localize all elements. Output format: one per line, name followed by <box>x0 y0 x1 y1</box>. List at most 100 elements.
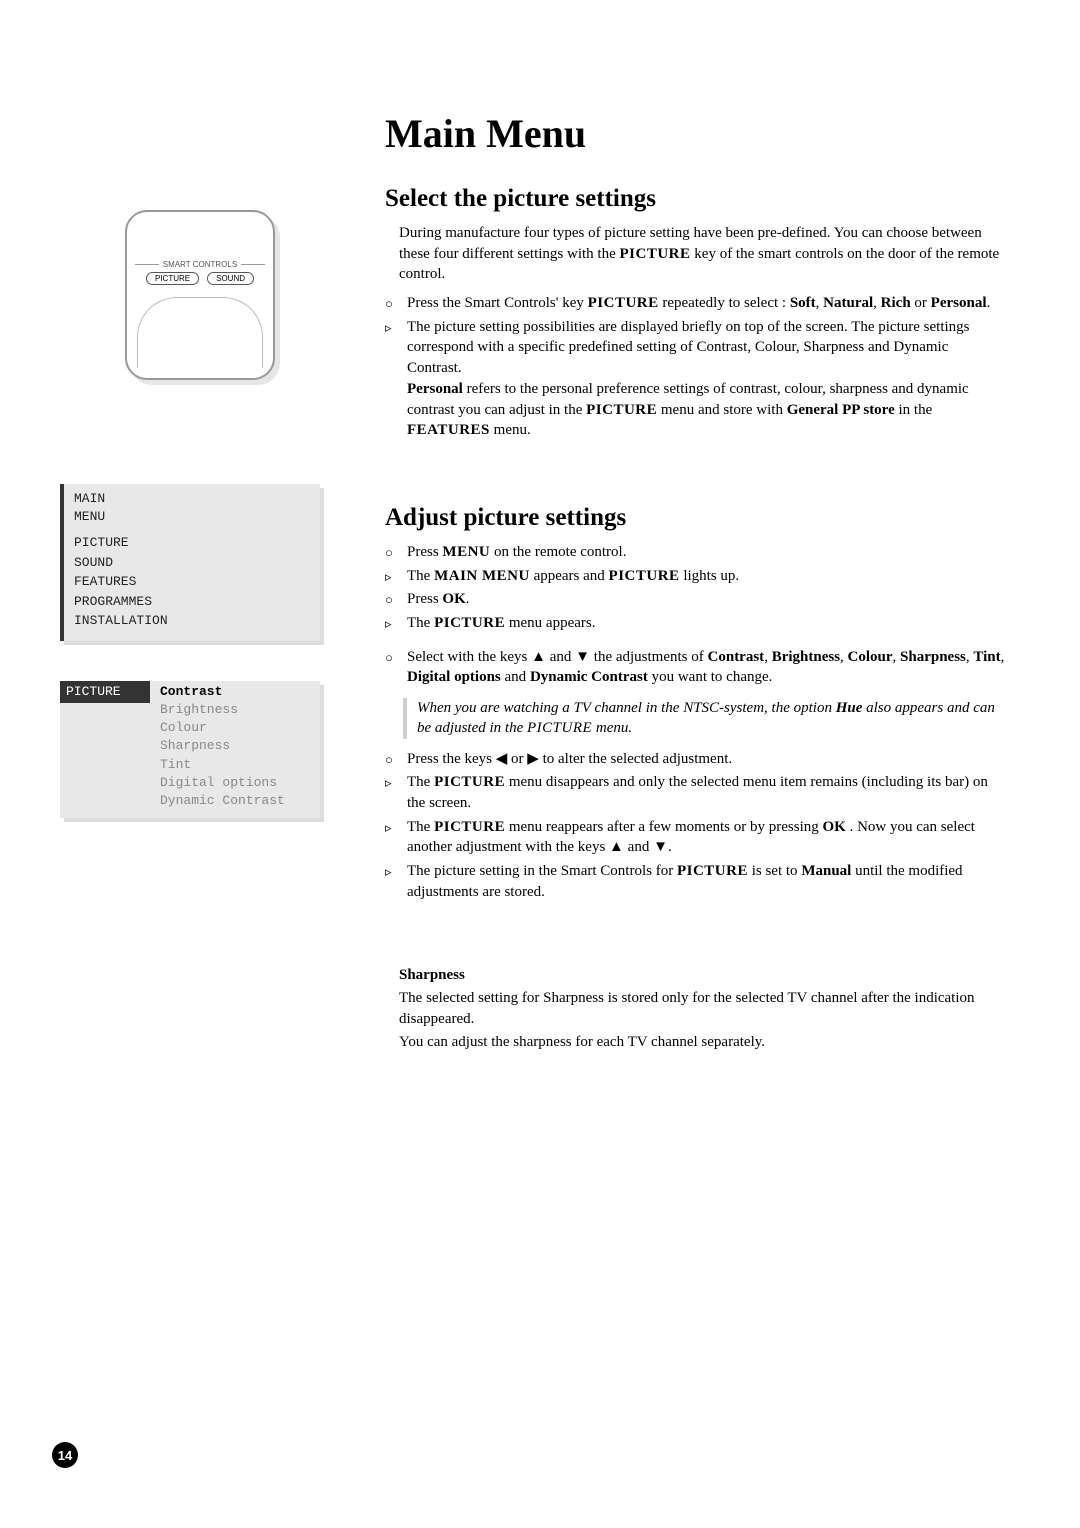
text: Press <box>407 591 442 607</box>
option: Sharpness <box>900 649 966 665</box>
osd-main-menu-title: MAIN MENU <box>74 490 310 525</box>
list-item: Select with the keys ▲ and ▼ the adjustm… <box>385 647 1005 688</box>
text: menu reappears after a few moments or by… <box>505 819 822 835</box>
option: Tint <box>973 649 1000 665</box>
text: , <box>873 295 881 311</box>
option: Hue <box>836 700 863 716</box>
osd-picture-menu: PICTURE Contrast Brightness Colour Sharp… <box>60 681 320 818</box>
key-name: OK <box>442 591 465 607</box>
left-arrow-icon: ◀ <box>496 750 508 767</box>
option: Digital options <box>407 669 501 685</box>
key-name: FEATURES <box>407 422 490 438</box>
option: Colour <box>848 649 893 665</box>
text: to alter the selected adjustment. <box>539 751 732 767</box>
key-name: PICTURE <box>677 863 748 879</box>
text: The <box>407 615 434 631</box>
osd-picture-item: Colour <box>160 719 312 737</box>
text: menu. <box>490 422 531 438</box>
text: menu and store with <box>657 402 787 418</box>
text: you want to change. <box>648 669 773 685</box>
intro-paragraph: During manufacture four types of picture… <box>385 223 1005 285</box>
list-item: The picture setting in the Smart Control… <box>385 861 1005 902</box>
text: , <box>893 649 901 665</box>
key-name: OK <box>822 819 845 835</box>
osd-picture-right: Contrast Brightness Colour Sharpness Tin… <box>150 681 320 818</box>
osd-item: PICTURE <box>74 533 310 553</box>
osd-picture-item: Sharpness <box>160 737 312 755</box>
paragraph: You can adjust the sharpness for each TV… <box>399 1032 1005 1053</box>
key-name: PICTURE <box>434 774 505 790</box>
text: The <box>407 774 434 790</box>
remote-inner-arc <box>137 297 263 368</box>
up-arrow-icon: ▲ <box>609 838 624 855</box>
option: Manual <box>801 863 851 879</box>
key-name: PICTURE <box>588 295 659 311</box>
manual-page: SMART CONTROLS PICTURE SOUND MAIN MENU P… <box>0 0 1080 1528</box>
instruction-list: Press the keys ◀ or ▶ to alter the selec… <box>385 749 1005 903</box>
text: . <box>466 591 470 607</box>
list-item: The PICTURE menu reappears after a few m… <box>385 817 1005 858</box>
list-item: The picture setting possibilities are di… <box>385 317 1005 441</box>
key-name: PICTURE <box>609 568 680 584</box>
remote-sound-button: SOUND <box>207 272 254 285</box>
key-name: PICTURE <box>434 615 505 631</box>
text: and <box>624 839 653 855</box>
option: Contrast <box>708 649 765 665</box>
instruction-list: Select with the keys ▲ and ▼ the adjustm… <box>385 647 1005 688</box>
text: the adjustments of <box>590 649 707 665</box>
option: Soft <box>790 295 816 311</box>
text: . <box>668 839 672 855</box>
text: , <box>1001 649 1005 665</box>
figures-column: SMART CONTROLS PICTURE SOUND MAIN MENU P… <box>60 210 340 818</box>
remote-button-row: PICTURE SOUND <box>127 272 273 285</box>
osd-picture-left: PICTURE <box>60 681 150 818</box>
text: Press the Smart Controls' key <box>407 295 588 311</box>
osd-main-line1: MAIN <box>74 490 310 508</box>
text: The <box>407 819 434 835</box>
text: , <box>840 649 848 665</box>
osd-picture-item: Brightness <box>160 701 312 719</box>
osd-picture-item: Dynamic Contrast <box>160 792 312 810</box>
paragraph: The selected setting for Sharpness is st… <box>399 988 1005 1029</box>
text: Press the keys <box>407 751 496 767</box>
remote-illustration: SMART CONTROLS PICTURE SOUND <box>125 210 275 380</box>
text: When you are watching a TV channel in th… <box>417 700 836 716</box>
smart-controls-label: SMART CONTROLS <box>127 260 273 269</box>
osd-picture-item: Contrast <box>160 683 312 701</box>
section-heading: Adjust picture settings <box>385 504 1005 532</box>
text: lights up. <box>680 568 740 584</box>
option: Personal <box>931 295 987 311</box>
option: General PP store <box>787 402 895 418</box>
ntsc-note: When you are watching a TV channel in th… <box>403 698 1005 739</box>
text: on the remote control. <box>490 544 626 560</box>
page-number-badge: 14 <box>52 1442 78 1468</box>
option: Brightness <box>772 649 840 665</box>
osd-main-menu: MAIN MENU PICTURE SOUND FEATURES PROGRAM… <box>60 484 320 641</box>
osd-picture-selected: PICTURE <box>60 681 150 703</box>
section-heading: Select the picture settings <box>385 185 1005 213</box>
key-name: MAIN MENU <box>434 568 530 584</box>
text: The <box>407 568 434 584</box>
up-arrow-icon: ▲ <box>531 648 546 665</box>
text: or <box>911 295 931 311</box>
text: The picture setting in the Smart Control… <box>407 863 677 879</box>
key-name: PICTURE <box>527 720 592 736</box>
list-item: The PICTURE menu disappears and only the… <box>385 772 1005 813</box>
osd-picture-item: Tint <box>160 756 312 774</box>
text: , <box>764 649 772 665</box>
text: or <box>507 751 527 767</box>
osd-item: FEATURES <box>74 572 310 592</box>
option: Dynamic Contrast <box>530 669 648 685</box>
content-column: Main Menu Select the picture settings Du… <box>385 110 1005 1060</box>
key-name: MENU <box>442 544 490 560</box>
key-name: PICTURE <box>586 402 657 418</box>
list-item: Press the Smart Controls' key PICTURE re… <box>385 293 1005 314</box>
text: repeatedly to select : <box>659 295 790 311</box>
osd-picture-item: Digital options <box>160 774 312 792</box>
subsection-heading: Sharpness <box>399 967 1005 984</box>
osd-main-line2: MENU <box>74 508 310 526</box>
page-title: Main Menu <box>385 110 1005 157</box>
list-item: Press MENU on the remote control. <box>385 542 1005 563</box>
text: The picture setting possibilities are di… <box>407 319 970 376</box>
instruction-list: Press the Smart Controls' key PICTURE re… <box>385 293 1005 441</box>
